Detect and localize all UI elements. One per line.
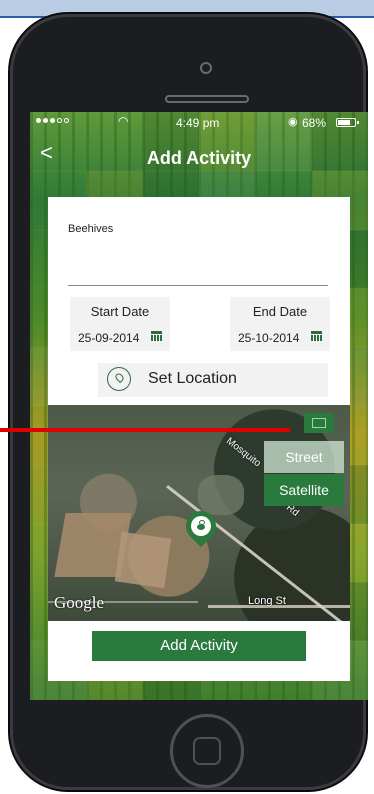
activity-name-input[interactable]: Beehives: [68, 223, 328, 286]
end-date-picker[interactable]: End Date 25-10-2014: [230, 297, 330, 351]
map-type-street-button[interactable]: Street: [264, 441, 344, 473]
battery-icon: [336, 118, 359, 127]
bee-icon: [195, 520, 207, 532]
layers-icon[interactable]: [304, 413, 334, 433]
camera: [200, 62, 212, 74]
alarm-icon: ◉: [288, 116, 298, 128]
signal-icon: [36, 118, 69, 123]
add-activity-button[interactable]: Add Activity: [92, 631, 306, 661]
set-location-button[interactable]: Set Location: [98, 363, 328, 397]
pin-badge: [191, 516, 211, 536]
start-date-value: 25-09-2014: [78, 331, 140, 345]
google-logo: Google: [54, 593, 105, 612]
start-date-picker[interactable]: Start Date 25-09-2014: [70, 297, 170, 351]
speaker: [165, 95, 249, 103]
map-field: [198, 475, 244, 515]
road-label-mosquito: Mosquito: [223, 435, 263, 470]
status-bar: ◠ 4:49 pm ◉ 68%: [30, 112, 368, 132]
activity-form: Beehives Start Date 25-09-2014 End Date …: [48, 197, 350, 405]
wifi-icon: ◠: [118, 114, 129, 128]
calendar-icon: [151, 331, 162, 341]
start-date-label: Start Date: [90, 304, 150, 319]
app-screen: ◠ 4:49 pm ◉ 68% < Add Activity Beehives …: [30, 112, 368, 700]
page-title: Add Activity: [146, 148, 252, 168]
calendar-icon: [311, 331, 322, 341]
end-date-label: End Date: [252, 304, 308, 319]
location-icon: [107, 367, 131, 391]
action-bar: Add Activity: [48, 621, 350, 681]
map-view[interactable]: Mosquito Rd Long St Google Street Satell…: [48, 405, 350, 621]
end-date-value: 25-10-2014: [238, 331, 300, 345]
battery-percent: 68%: [302, 116, 327, 130]
map-field: [114, 531, 172, 589]
annotation-arrow-line: [0, 428, 290, 432]
set-location-label: Set Location: [148, 370, 237, 387]
nav-bar: < Add Activity: [30, 136, 368, 176]
map-type-satellite-button[interactable]: Satellite: [264, 474, 344, 506]
status-time: 4:49 pm: [176, 116, 220, 130]
road-label-long-st: Long St: [248, 595, 286, 607]
home-icon: [193, 737, 221, 765]
